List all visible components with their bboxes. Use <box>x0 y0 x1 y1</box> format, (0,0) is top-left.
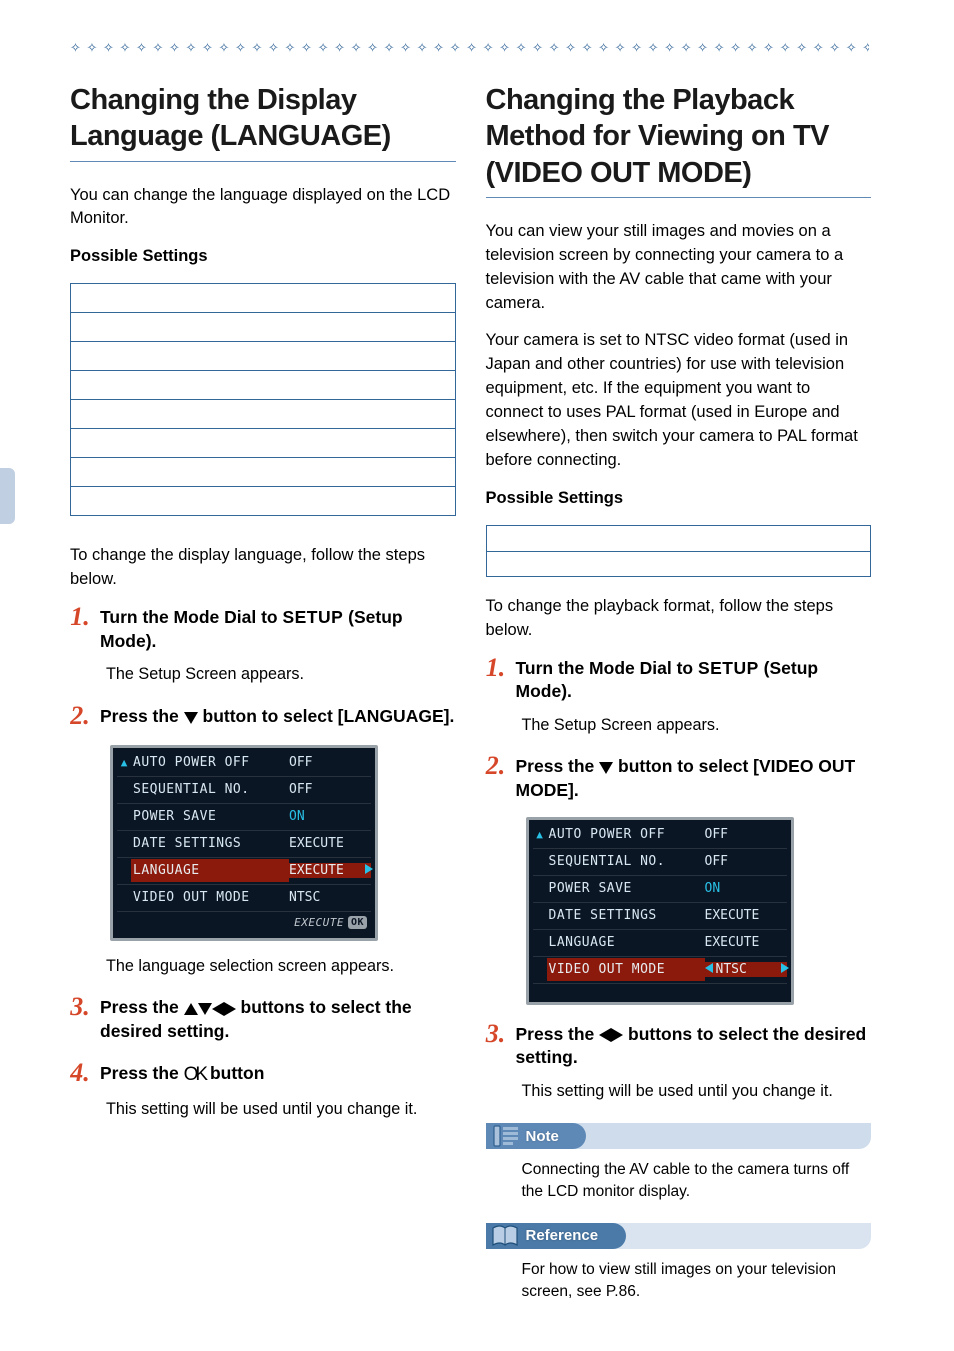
lcd-row-value: EXECUTE <box>289 863 371 878</box>
step-number: 3 <box>70 994 90 1020</box>
right-pre-steps: To change the playback format, follow th… <box>486 595 872 643</box>
step-number: 3 <box>486 1021 506 1047</box>
lcd-screenshot-video-out: ▲ AUTO POWER OFF OFF SEQUENTIAL NO. OFF … <box>526 817 794 1005</box>
lcd-row-label: AUTO POWER OFF <box>547 827 705 842</box>
left-column: Changing the Display Language (LANGUAGE)… <box>70 82 456 1302</box>
lcd-row-label: POWER SAVE <box>547 881 705 896</box>
step-title-pre: Turn the Mode Dial to <box>516 658 698 678</box>
note-body: Connecting the AV cable to the camera tu… <box>522 1159 872 1202</box>
lcd-right-triangle-icon <box>365 863 373 878</box>
lcd-row-label: VIDEO OUT MODE <box>131 890 289 905</box>
step-title: Press the button to select [VIDEO OUT MO… <box>516 755 872 802</box>
left-intro: You can change the language displayed on… <box>70 184 456 232</box>
left-heading: Changing the Display Language (LANGUAGE) <box>70 82 456 155</box>
step-title: Turn the Mode Dial to SETUP (Setup Mode)… <box>516 657 872 704</box>
step-title-post: button to select [LANGUAGE]. <box>198 706 455 726</box>
lcd-row-value: NTSC <box>705 962 787 977</box>
step-title-pre: Press the <box>516 756 600 776</box>
left-possible-settings-label: Possible Settings <box>70 245 456 269</box>
reference-banner: Reference <box>486 1223 872 1249</box>
step-body: This setting will be used until you chan… <box>106 1098 456 1121</box>
lcd-row-label: AUTO POWER OFF <box>131 755 289 770</box>
lcd-row-value-text: NTSC <box>716 962 747 977</box>
setup-label: SETUP <box>282 607 343 627</box>
step-number: 4 <box>70 1060 90 1086</box>
step-body: The Setup Screen appears. <box>522 714 872 737</box>
lcd-footer-ok-badge: OK <box>348 916 367 929</box>
step-body: This setting will be used until you chan… <box>522 1080 872 1103</box>
down-arrow-icon <box>184 712 198 724</box>
lcd-up-indicator-icon: ▲ <box>117 756 131 769</box>
lcd-row-label: POWER SAVE <box>131 809 289 824</box>
lcd-left-triangle-icon <box>705 962 713 977</box>
step-title-post: button <box>205 1063 264 1083</box>
lcd-row-value: OFF <box>289 755 371 770</box>
down-arrow-icon <box>599 762 613 774</box>
lcd-row-value: NTSC <box>289 890 371 905</box>
side-page-tab <box>0 468 15 524</box>
reference-icon <box>490 1223 520 1249</box>
lcd-row-label: SEQUENTIAL NO. <box>131 782 289 797</box>
lcd-row-label: DATE SETTINGS <box>547 908 705 923</box>
right-heading: Changing the Playback Method for Viewing… <box>486 82 872 191</box>
step-title-pre: Press the <box>100 1063 184 1083</box>
right-intro-1: You can view your still images and movie… <box>486 220 872 316</box>
lcd-row-value: EXECUTE <box>289 836 371 851</box>
right-possible-settings-label: Possible Settings <box>486 487 872 511</box>
heading-underline <box>70 161 456 162</box>
lcd-row-value: ON <box>705 881 787 896</box>
lcd-footer-execute: EXECUTE <box>294 916 344 929</box>
step-number: 1 <box>70 604 90 630</box>
step-title-pre: Press the <box>516 1024 600 1044</box>
lcd-row-value: OFF <box>289 782 371 797</box>
step-title-pre: Press the <box>100 706 184 726</box>
lcd-row-label: LANGUAGE <box>131 859 289 882</box>
ok-button-icon: OK <box>184 1062 205 1088</box>
setup-label: SETUP <box>698 658 759 678</box>
lcd-row-label: DATE SETTINGS <box>131 836 289 851</box>
right-intro-2: Your camera is set to NTSC video format … <box>486 329 872 473</box>
left-steps: 1 Turn the Mode Dial to SETUP (Setup Mod… <box>70 606 456 1121</box>
lcd-row-value: OFF <box>705 827 787 842</box>
step-title-pre: Turn the Mode Dial to <box>100 607 282 627</box>
step-title: Press the button to select [LANGUAGE]. <box>100 705 456 729</box>
left-right-arrows-icon <box>599 1028 623 1042</box>
lcd-row-value: EXECUTE <box>705 935 787 950</box>
lcd-right-triangle-icon <box>781 962 789 977</box>
heading-underline <box>486 197 872 198</box>
lcd-row-label: LANGUAGE <box>547 935 705 950</box>
step-number: 2 <box>486 753 506 779</box>
step-title: Press the buttons to select the desired … <box>100 996 456 1043</box>
step-number: 2 <box>70 703 90 729</box>
step-title: Turn the Mode Dial to SETUP (Setup Mode)… <box>100 606 456 653</box>
note-label: Note <box>526 1128 559 1145</box>
right-column: Changing the Playback Method for Viewing… <box>486 82 872 1302</box>
right-steps: 1 Turn the Mode Dial to SETUP (Setup Mod… <box>486 657 872 1104</box>
lcd-row-value: EXECUTE <box>705 908 787 923</box>
left-settings-table <box>70 283 456 516</box>
step-title: Press the buttons to select the desired … <box>516 1023 872 1070</box>
step-number: 1 <box>486 655 506 681</box>
lcd-row-label: VIDEO OUT MODE <box>547 958 705 981</box>
step-body: The language selection screen appears. <box>106 955 456 978</box>
header-diamond-border: ✧ ✧ ✧ ✧ ✧ ✧ ✧ ✧ ✧ ✧ ✧ ✧ ✧ ✧ ✧ ✧ ✧ ✧ ✧ ✧ … <box>70 40 869 58</box>
left-pre-steps: To change the display language, follow t… <box>70 544 456 592</box>
lcd-row-value: OFF <box>705 854 787 869</box>
right-settings-table <box>486 525 872 577</box>
note-icon <box>492 1124 520 1148</box>
reference-label: Reference <box>526 1227 599 1244</box>
step-body: The Setup Screen appears. <box>106 663 456 686</box>
lcd-footer: EXECUTE OK <box>117 912 371 934</box>
step-title-pre: Press the <box>100 997 184 1017</box>
dpad-icon <box>184 1002 236 1016</box>
step-title: Press the OK button <box>100 1062 456 1088</box>
note-banner: Note <box>486 1123 872 1149</box>
lcd-row-label: SEQUENTIAL NO. <box>547 854 705 869</box>
lcd-screenshot-language: ▲ AUTO POWER OFF OFF SEQUENTIAL NO. OFF … <box>110 745 378 941</box>
reference-body: For how to view still images on your tel… <box>522 1259 872 1302</box>
lcd-up-indicator-icon: ▲ <box>533 828 547 841</box>
lcd-row-value: ON <box>289 809 371 824</box>
